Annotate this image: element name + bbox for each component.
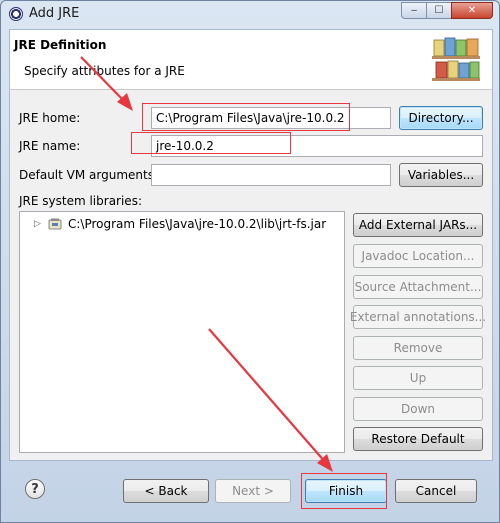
jre-name-field[interactable]: jre-10.0.2 — [151, 135, 483, 157]
maximize-button[interactable]: ☐ — [426, 2, 452, 19]
dialog-footer: ? < Back Next > Finish Cancel — [1, 463, 499, 523]
eclipse-icon — [9, 7, 23, 21]
window-title: Add JRE — [29, 6, 80, 21]
dialog-header: JRE Definition Specify attributes for a … — [9, 29, 493, 89]
restore-default-button[interactable]: Restore Default — [353, 427, 483, 451]
vm-args-label: Default VM arguments: — [19, 168, 159, 182]
close-button[interactable]: ✕ — [451, 2, 493, 19]
external-annotations-button[interactable]: External annotations... — [350, 305, 486, 329]
libraries-tree[interactable]: ▷ C:\Program Files\Java\jre-10.0.2\lib\j… — [19, 211, 345, 453]
vm-args-field[interactable] — [151, 164, 391, 186]
back-button[interactable]: < Back — [123, 479, 209, 503]
down-button[interactable]: Down — [353, 397, 483, 421]
add-external-jars-button[interactable]: Add External JARs... — [353, 213, 483, 237]
header-title: JRE Definition — [14, 38, 107, 52]
jre-home-label: JRE home: — [19, 111, 81, 125]
bookshelf-icon — [432, 37, 480, 81]
library-path: C:\Program Files\Java\jre-10.0.2\lib\jrt… — [68, 217, 327, 231]
jre-home-field[interactable]: C:\Program Files\Java\jre-10.0.2 — [151, 107, 391, 129]
up-button[interactable]: Up — [353, 366, 483, 390]
header-message: Specify attributes for a JRE — [24, 64, 185, 78]
minimize-button[interactable]: ‒ — [401, 2, 427, 19]
library-item[interactable]: ▷ C:\Program Files\Java\jre-10.0.2\lib\j… — [34, 217, 326, 231]
jar-file-icon — [48, 218, 62, 230]
jre-name-label: JRE name: — [19, 139, 81, 153]
cancel-button[interactable]: Cancel — [395, 479, 477, 503]
next-button[interactable]: Next > — [215, 479, 291, 503]
window-controls: ‒ ☐ ✕ — [401, 2, 493, 20]
help-icon[interactable]: ? — [25, 479, 45, 499]
variables-button[interactable]: Variables... — [399, 163, 483, 187]
finish-button[interactable]: Finish — [305, 479, 387, 503]
title-bar[interactable]: Add JRE ‒ ☐ ✕ — [1, 1, 499, 27]
libraries-label: JRE system libraries: — [19, 194, 142, 208]
add-jre-dialog: Add JRE ‒ ☐ ✕ JRE Definition Specify att… — [0, 0, 500, 523]
remove-button[interactable]: Remove — [353, 336, 483, 360]
expand-arrow-icon[interactable]: ▷ — [34, 219, 44, 229]
source-attachment-button[interactable]: Source Attachment... — [353, 275, 483, 299]
javadoc-location-button[interactable]: Javadoc Location... — [353, 244, 483, 268]
directory-button[interactable]: Directory... — [399, 106, 483, 130]
